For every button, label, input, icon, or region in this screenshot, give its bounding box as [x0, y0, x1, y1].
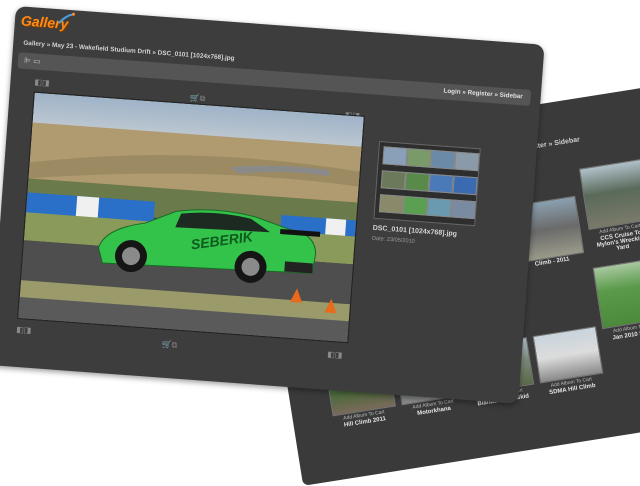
album-thumbnail[interactable] [532, 326, 604, 384]
thumbnail[interactable] [404, 172, 430, 192]
thumbnail[interactable] [402, 195, 429, 216]
cart-icon-bottom[interactable]: 🛒⧉ [161, 340, 177, 351]
drift-car-photo: SEBERIK [18, 92, 364, 343]
thumbnail[interactable] [428, 173, 454, 194]
prev-icon[interactable]: ◧◨ [34, 78, 50, 88]
thumbnail[interactable] [430, 149, 456, 170]
thumbnail-grid [373, 140, 481, 227]
thumbnail[interactable] [406, 148, 432, 168]
thumbnail[interactable] [382, 146, 408, 167]
next-icon-bottom[interactable]: ◧◨ [327, 350, 343, 360]
logo-swoosh-icon [58, 12, 76, 24]
thumbnail[interactable] [454, 151, 480, 172]
thumbnail[interactable] [426, 197, 453, 218]
album-item[interactable]: Add Album To Cart CCS Cruise To Mylon's … [578, 158, 640, 256]
main-photo[interactable]: SEBERIK [17, 91, 365, 344]
thumbnail[interactable] [452, 175, 478, 196]
photo-date: Date: 23/05/2010 [371, 235, 415, 245]
album-thumbnail[interactable] [578, 158, 640, 231]
thumbnail[interactable] [380, 170, 406, 190]
prev-icon-bottom[interactable]: ◧◨ [16, 325, 32, 335]
album-item[interactable]: Add Album To Cart SDMA Hill Climb [532, 326, 604, 397]
header-links[interactable]: Login » Register » Sidebar [443, 88, 523, 101]
view-mode-icons[interactable]: ⊫ ▭ [24, 56, 41, 66]
photo-viewer-window: Gallery Gallery » May 23 - Wakefield Stu… [0, 6, 545, 404]
album-item[interactable]: Add Album To Cart Jan 2010 Sprint [592, 257, 640, 343]
thumbnail[interactable] [450, 199, 476, 220]
album-thumbnail[interactable] [592, 257, 640, 330]
thumbnail[interactable] [378, 194, 405, 214]
